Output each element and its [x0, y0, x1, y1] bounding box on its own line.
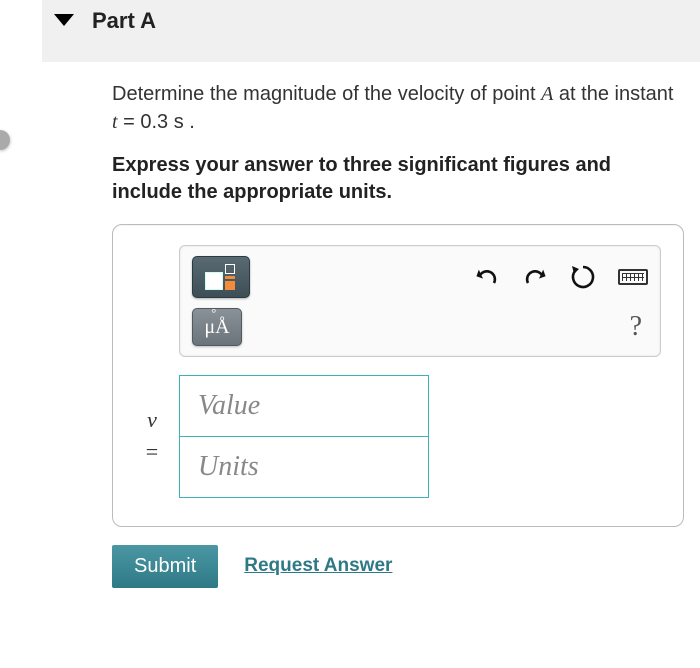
value-input[interactable]: Value [179, 375, 429, 437]
part-header[interactable]: Part A [42, 0, 700, 62]
mu-label: μÅ [204, 316, 229, 339]
answer-lhs: v = [139, 407, 165, 465]
page-tab-icon [0, 130, 10, 150]
help-button[interactable]: ? [630, 311, 648, 343]
templates-icon [205, 264, 237, 290]
question-point: A [541, 83, 553, 105]
reset-icon[interactable] [570, 264, 596, 290]
submit-button[interactable]: Submit [112, 545, 218, 588]
instruction-text: Express your answer to three significant… [112, 152, 684, 206]
keyboard-icon[interactable] [618, 269, 648, 285]
request-answer-link[interactable]: Request Answer [244, 555, 392, 577]
answer-eq: = [146, 439, 158, 465]
answer-var: v [147, 407, 157, 433]
templates-button[interactable] [192, 256, 250, 298]
part-title: Part A [92, 8, 156, 34]
collapse-arrow-icon [54, 14, 74, 26]
question-mid: at the instant [553, 83, 673, 105]
redo-icon[interactable] [522, 265, 548, 289]
undo-icon[interactable] [474, 265, 500, 289]
units-placeholder: Units [198, 451, 259, 483]
question-text: Determine the magnitude of the velocity … [112, 80, 684, 136]
answer-box: μÅ ? v = Value Units [112, 224, 684, 527]
question-eq: = 0.3 s . [118, 111, 195, 133]
value-placeholder: Value [198, 390, 260, 422]
question-pre: Determine the magnitude of the velocity … [112, 83, 541, 105]
units-input[interactable]: Units [179, 436, 429, 498]
toolbar: μÅ ? [179, 245, 661, 357]
special-chars-button[interactable]: μÅ [192, 308, 242, 346]
